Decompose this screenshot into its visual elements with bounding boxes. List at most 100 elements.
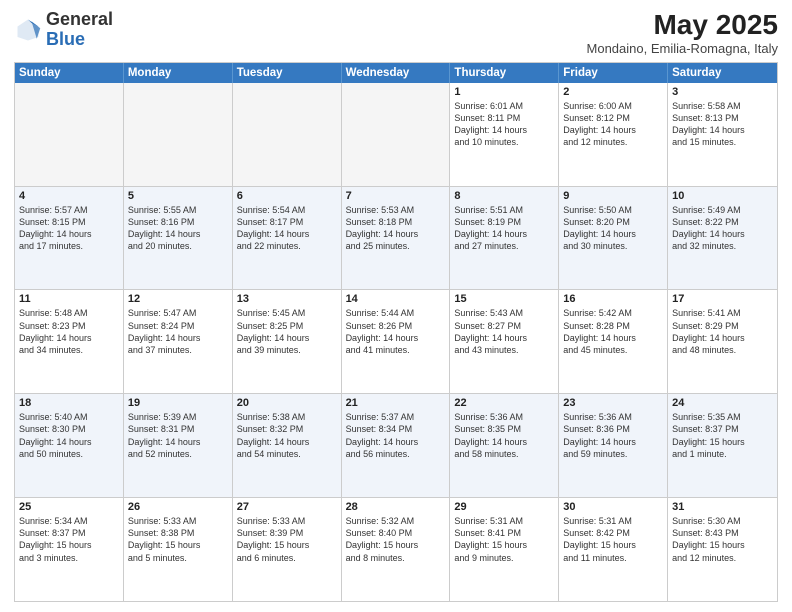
day-number: 25: [19, 501, 119, 513]
calendar-cell-r3-c6: 24 Sunrise: 5:35 AM Sunset: 8:37 PM Dayli…: [668, 394, 777, 497]
header-monday: Monday: [124, 63, 233, 83]
calendar-cell-r1-c4: 8 Sunrise: 5:51 AM Sunset: 8:19 PM Daylig…: [450, 187, 559, 290]
cell-info: Sunrise: 5:57 AM Sunset: 8:15 PM Dayligh…: [19, 204, 119, 253]
calendar-cell-r0-c2: [233, 83, 342, 186]
day-number: 28: [346, 501, 446, 513]
calendar-cell-r3-c1: 19 Sunrise: 5:39 AM Sunset: 8:31 PM Dayli…: [124, 394, 233, 497]
calendar-row-4: 25 Sunrise: 5:34 AM Sunset: 8:37 PM Dayli…: [15, 498, 777, 601]
cell-info: Sunrise: 5:39 AM Sunset: 8:31 PM Dayligh…: [128, 411, 228, 460]
cell-info: Sunrise: 5:44 AM Sunset: 8:26 PM Dayligh…: [346, 307, 446, 356]
month-title: May 2025: [587, 10, 778, 41]
calendar-cell-r0-c1: [124, 83, 233, 186]
cell-info: Sunrise: 5:35 AM Sunset: 8:37 PM Dayligh…: [672, 411, 773, 460]
cell-info: Sunrise: 5:31 AM Sunset: 8:41 PM Dayligh…: [454, 515, 554, 564]
day-number: 31: [672, 501, 773, 513]
logo-text: General Blue: [46, 10, 113, 50]
calendar-cell-r1-c0: 4 Sunrise: 5:57 AM Sunset: 8:15 PM Daylig…: [15, 187, 124, 290]
calendar-cell-r2-c6: 17 Sunrise: 5:41 AM Sunset: 8:29 PM Dayli…: [668, 290, 777, 393]
calendar-cell-r3-c3: 21Sunrise: 5:37 AM Sunset: 8:34 PM Dayli…: [342, 394, 451, 497]
calendar-row-3: 18 Sunrise: 5:40 AM Sunset: 8:30 PM Dayli…: [15, 394, 777, 498]
title-block: May 2025 Mondaino, Emilia-Romagna, Italy: [587, 10, 778, 56]
calendar-cell-r2-c5: 16Sunrise: 5:42 AM Sunset: 8:28 PM Dayli…: [559, 290, 668, 393]
calendar-cell-r0-c0: [15, 83, 124, 186]
day-number: 4: [19, 190, 119, 202]
day-number: 7: [346, 190, 446, 202]
header: General Blue May 2025 Mondaino, Emilia-R…: [14, 10, 778, 56]
calendar-cell-r4-c6: 31Sunrise: 5:30 AM Sunset: 8:43 PM Dayli…: [668, 498, 777, 601]
cell-info: Sunrise: 5:38 AM Sunset: 8:32 PM Dayligh…: [237, 411, 337, 460]
cell-info: Sunrise: 5:45 AM Sunset: 8:25 PM Dayligh…: [237, 307, 337, 356]
cell-info: Sunrise: 5:33 AM Sunset: 8:39 PM Dayligh…: [237, 515, 337, 564]
cell-info: Sunrise: 5:33 AM Sunset: 8:38 PM Dayligh…: [128, 515, 228, 564]
calendar-cell-r4-c0: 25 Sunrise: 5:34 AM Sunset: 8:37 PM Dayli…: [15, 498, 124, 601]
header-thursday: Thursday: [450, 63, 559, 83]
cell-info: Sunrise: 5:37 AM Sunset: 8:34 PM Dayligh…: [346, 411, 446, 460]
logo: General Blue: [14, 10, 113, 50]
calendar-cell-r3-c5: 23 Sunrise: 5:36 AM Sunset: 8:36 PM Dayli…: [559, 394, 668, 497]
calendar-cell-r3-c0: 18 Sunrise: 5:40 AM Sunset: 8:30 PM Dayli…: [15, 394, 124, 497]
cell-info: Sunrise: 5:36 AM Sunset: 8:36 PM Dayligh…: [563, 411, 663, 460]
cell-info: Sunrise: 5:42 AM Sunset: 8:28 PM Dayligh…: [563, 307, 663, 356]
logo-icon: [14, 16, 42, 44]
day-number: 17: [672, 293, 773, 305]
calendar-row-0: 1 Sunrise: 6:01 AM Sunset: 8:11 PM Daylig…: [15, 83, 777, 187]
calendar-cell-r1-c5: 9Sunrise: 5:50 AM Sunset: 8:20 PM Daylig…: [559, 187, 668, 290]
calendar-cell-r1-c1: 5 Sunrise: 5:55 AM Sunset: 8:16 PM Daylig…: [124, 187, 233, 290]
calendar-cell-r4-c4: 29Sunrise: 5:31 AM Sunset: 8:41 PM Dayli…: [450, 498, 559, 601]
cell-info: Sunrise: 5:40 AM Sunset: 8:30 PM Dayligh…: [19, 411, 119, 460]
cell-info: Sunrise: 5:51 AM Sunset: 8:19 PM Dayligh…: [454, 204, 554, 253]
calendar-cell-r1-c3: 7 Sunrise: 5:53 AM Sunset: 8:18 PM Daylig…: [342, 187, 451, 290]
day-number: 8: [454, 190, 554, 202]
day-number: 20: [237, 397, 337, 409]
day-number: 10: [672, 190, 773, 202]
cell-info: Sunrise: 5:48 AM Sunset: 8:23 PM Dayligh…: [19, 307, 119, 356]
header-friday: Friday: [559, 63, 668, 83]
calendar-body: 1 Sunrise: 6:01 AM Sunset: 8:11 PM Daylig…: [15, 83, 777, 601]
day-number: 15: [454, 293, 554, 305]
day-number: 1: [454, 86, 554, 98]
calendar-cell-r2-c1: 12Sunrise: 5:47 AM Sunset: 8:24 PM Dayli…: [124, 290, 233, 393]
cell-info: Sunrise: 5:32 AM Sunset: 8:40 PM Dayligh…: [346, 515, 446, 564]
day-number: 24: [672, 397, 773, 409]
calendar-row-1: 4 Sunrise: 5:57 AM Sunset: 8:15 PM Daylig…: [15, 187, 777, 291]
cell-info: Sunrise: 5:41 AM Sunset: 8:29 PM Dayligh…: [672, 307, 773, 356]
page: General Blue May 2025 Mondaino, Emilia-R…: [0, 0, 792, 612]
day-number: 2: [563, 86, 663, 98]
calendar-cell-r2-c0: 11 Sunrise: 5:48 AM Sunset: 8:23 PM Dayli…: [15, 290, 124, 393]
calendar-cell-r0-c6: 3Sunrise: 5:58 AM Sunset: 8:13 PM Daylig…: [668, 83, 777, 186]
day-number: 23: [563, 397, 663, 409]
day-number: 27: [237, 501, 337, 513]
cell-info: Sunrise: 5:34 AM Sunset: 8:37 PM Dayligh…: [19, 515, 119, 564]
day-number: 18: [19, 397, 119, 409]
header-tuesday: Tuesday: [233, 63, 342, 83]
calendar-cell-r2-c3: 14Sunrise: 5:44 AM Sunset: 8:26 PM Dayli…: [342, 290, 451, 393]
day-number: 26: [128, 501, 228, 513]
cell-info: Sunrise: 5:53 AM Sunset: 8:18 PM Dayligh…: [346, 204, 446, 253]
day-number: 30: [563, 501, 663, 513]
day-number: 5: [128, 190, 228, 202]
header-wednesday: Wednesday: [342, 63, 451, 83]
calendar-cell-r0-c3: [342, 83, 451, 186]
cell-info: Sunrise: 5:36 AM Sunset: 8:35 PM Dayligh…: [454, 411, 554, 460]
cell-info: Sunrise: 5:54 AM Sunset: 8:17 PM Dayligh…: [237, 204, 337, 253]
calendar-cell-r0-c4: 1 Sunrise: 6:01 AM Sunset: 8:11 PM Daylig…: [450, 83, 559, 186]
header-sunday: Sunday: [15, 63, 124, 83]
location-title: Mondaino, Emilia-Romagna, Italy: [587, 41, 778, 56]
cell-info: Sunrise: 5:43 AM Sunset: 8:27 PM Dayligh…: [454, 307, 554, 356]
day-number: 19: [128, 397, 228, 409]
cell-info: Sunrise: 6:01 AM Sunset: 8:11 PM Dayligh…: [454, 100, 554, 149]
calendar-cell-r3-c4: 22 Sunrise: 5:36 AM Sunset: 8:35 PM Dayli…: [450, 394, 559, 497]
day-number: 22: [454, 397, 554, 409]
day-number: 6: [237, 190, 337, 202]
calendar-cell-r4-c1: 26 Sunrise: 5:33 AM Sunset: 8:38 PM Dayli…: [124, 498, 233, 601]
cell-info: Sunrise: 5:55 AM Sunset: 8:16 PM Dayligh…: [128, 204, 228, 253]
calendar-cell-r2-c2: 13Sunrise: 5:45 AM Sunset: 8:25 PM Dayli…: [233, 290, 342, 393]
logo-general: General: [46, 9, 113, 29]
day-number: 11: [19, 293, 119, 305]
cell-info: Sunrise: 6:00 AM Sunset: 8:12 PM Dayligh…: [563, 100, 663, 149]
calendar-cell-r4-c3: 28 Sunrise: 5:32 AM Sunset: 8:40 PM Dayli…: [342, 498, 451, 601]
day-number: 12: [128, 293, 228, 305]
cell-info: Sunrise: 5:50 AM Sunset: 8:20 PM Dayligh…: [563, 204, 663, 253]
calendar-cell-r0-c5: 2 Sunrise: 6:00 AM Sunset: 8:12 PM Daylig…: [559, 83, 668, 186]
cell-info: Sunrise: 5:31 AM Sunset: 8:42 PM Dayligh…: [563, 515, 663, 564]
